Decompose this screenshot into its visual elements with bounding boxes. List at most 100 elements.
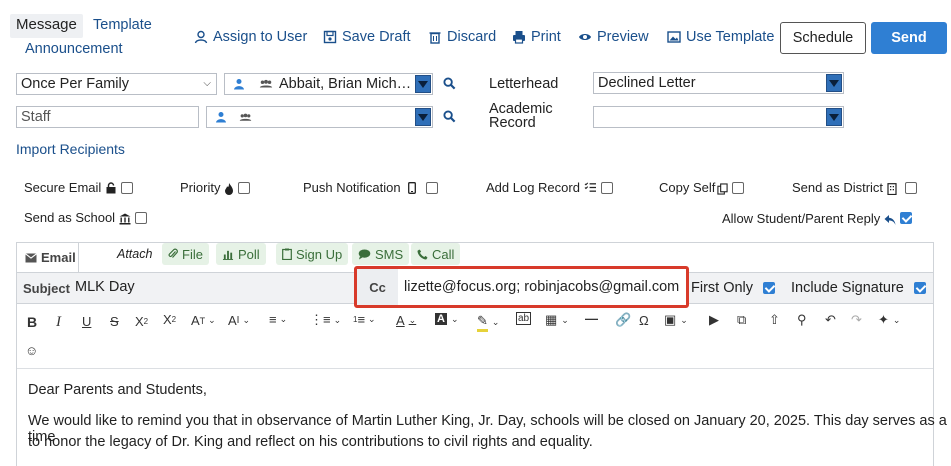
attach-file-button[interactable]: File [162, 243, 209, 265]
send-as-school-option[interactable]: Send as School [24, 210, 148, 225]
insert-image-icon[interactable]: ▣ ⌄ [664, 312, 688, 328]
tab-message[interactable]: Message [10, 14, 83, 38]
letterhead-select[interactable]: Declined Letter [593, 72, 844, 94]
tab-template[interactable]: Template [93, 17, 152, 33]
search-icon[interactable] [443, 110, 456, 126]
special-char-icon[interactable]: Ω [639, 313, 649, 328]
redo-icon[interactable]: ↷ [851, 312, 862, 328]
add-log-record-checkbox[interactable] [600, 181, 613, 194]
send-button[interactable]: Send [871, 22, 947, 54]
user-icon [194, 30, 208, 44]
academic-record-select[interactable] [593, 106, 844, 128]
academic-label-line2: Record [489, 115, 536, 131]
save-icon [323, 30, 337, 44]
secure-email-option[interactable]: Secure Email [24, 180, 134, 195]
include-signature-option[interactable]: Include Signature [791, 280, 926, 296]
code-icon[interactable]: ⧉ [737, 312, 746, 328]
attach-call-label: Call [432, 246, 455, 262]
push-notification-option[interactable]: Push Notification [303, 180, 438, 195]
marker-icon[interactable]: ✎ ⌄ [477, 313, 499, 332]
font-size-icon[interactable]: A T ⌄ [191, 313, 216, 328]
dropdown-arrow-icon[interactable] [826, 108, 842, 126]
align-icon[interactable]: ≡ ⌄ [269, 312, 287, 327]
staff-input[interactable]: Staff [16, 106, 199, 128]
push-notification-checkbox[interactable] [425, 181, 438, 194]
subject-input[interactable]: MLK Day [75, 279, 135, 295]
first-only-checkbox[interactable] [763, 282, 776, 294]
secure-email-checkbox[interactable] [121, 181, 134, 194]
allow-reply-option[interactable]: Allow Student/Parent Reply [722, 210, 913, 226]
copy-self-option[interactable]: Copy Self [659, 180, 745, 195]
preview-button[interactable]: Preview [578, 29, 649, 45]
add-log-record-option[interactable]: Add Log Record [486, 180, 613, 195]
bullet-list-icon[interactable]: ⋮≡ ⌄ [310, 312, 341, 328]
priority-label: Priority [180, 180, 221, 195]
priority-checkbox[interactable] [238, 181, 251, 194]
person-icon [216, 112, 226, 123]
recipient-select[interactable]: Abbait, Brian Mich… [224, 73, 433, 95]
search-icon[interactable] [443, 77, 456, 93]
undo-icon[interactable]: ↶ [825, 312, 836, 328]
dropdown-arrow-icon[interactable] [415, 75, 431, 93]
superscript-icon[interactable]: X2 [163, 312, 176, 327]
attach-signup-button[interactable]: Sign Up [276, 243, 349, 265]
bold-icon[interactable]: B [27, 314, 37, 330]
email-greeting[interactable]: Dear Parents and Students, [28, 382, 207, 398]
table-icon[interactable]: ▦ ⌄ [545, 312, 569, 328]
italic-icon[interactable]: I [56, 314, 61, 331]
save-draft-button[interactable]: Save Draft [323, 29, 411, 45]
discard-button[interactable]: Discard [428, 29, 496, 45]
text-color-icon[interactable]: A ⌄ [396, 313, 416, 328]
import-recipients-link[interactable]: Import Recipients [16, 141, 125, 157]
subject-label: Subject [23, 281, 70, 296]
send-as-school-checkbox[interactable] [135, 211, 148, 224]
strikethrough-icon[interactable]: S [110, 314, 119, 329]
link-icon[interactable]: 🔗 [615, 312, 631, 328]
send-as-district-checkbox[interactable] [905, 181, 918, 194]
tab-announcement[interactable]: Announcement [25, 41, 123, 57]
underline-icon[interactable]: U [82, 314, 91, 329]
export-icon[interactable]: ⇧ [769, 312, 780, 328]
academic-record-label: Academic Record [489, 102, 553, 131]
assign-user-button[interactable]: Assign to User [194, 29, 307, 45]
staff-recipient-select[interactable] [206, 106, 433, 128]
video-icon[interactable]: ▶ [709, 312, 719, 328]
include-signature-checkbox[interactable] [913, 282, 926, 294]
attach-poll-button[interactable]: Poll [216, 243, 266, 265]
copy-self-checkbox[interactable] [732, 181, 745, 194]
attach-call-button[interactable]: Call [411, 243, 461, 265]
dropdown-arrow-icon[interactable] [826, 74, 842, 92]
assign-user-label: Assign to User [213, 29, 308, 45]
attach-file-label: File [182, 246, 203, 262]
attach-sms-button[interactable]: SMS [352, 243, 410, 265]
horizontal-rule-icon[interactable]: — [585, 311, 598, 326]
numbered-list-icon[interactable]: 1 ≡ ⌄ [353, 312, 376, 327]
highlight-color-icon[interactable]: A ⌄ [435, 313, 459, 325]
frequency-select[interactable]: Once Per Family ⌵ [16, 73, 217, 95]
text-box-icon[interactable]: ab [516, 312, 532, 325]
use-template-button[interactable]: Use Template [667, 29, 774, 45]
first-only-option[interactable]: First Only [691, 280, 776, 296]
magic-wand-icon[interactable]: ✦ ⌄ [878, 312, 900, 328]
print-button[interactable]: Print [512, 29, 561, 45]
schedule-button[interactable]: Schedule [780, 22, 866, 54]
allow-reply-checkbox[interactable] [900, 212, 913, 224]
send-as-school-label: Send as School [24, 210, 116, 225]
use-template-label: Use Template [686, 29, 775, 45]
attach-poll-label: Poll [238, 246, 260, 262]
bar-chart-icon [222, 250, 234, 260]
email-body-line2[interactable]: to honor the legacy of Dr. King and refl… [28, 434, 593, 450]
subscript-icon[interactable]: X2 [135, 314, 148, 329]
ai-assistant-icon[interactable]: ☺ [25, 343, 38, 358]
send-as-district-option[interactable]: Send as District [792, 180, 918, 195]
chevron-down-icon: ⌵ [203, 78, 211, 89]
dropdown-arrow-icon[interactable] [415, 108, 431, 126]
phone-icon [407, 181, 416, 194]
find-replace-icon[interactable]: ⚲ [797, 312, 807, 328]
priority-option[interactable]: Priority [180, 180, 251, 195]
eye-icon [579, 34, 591, 40]
staff-placeholder: Staff [21, 109, 51, 125]
font-family-icon[interactable]: A I ⌄ [228, 313, 250, 328]
tab-email[interactable]: Email [16, 242, 79, 272]
paperclip-icon [168, 248, 178, 258]
